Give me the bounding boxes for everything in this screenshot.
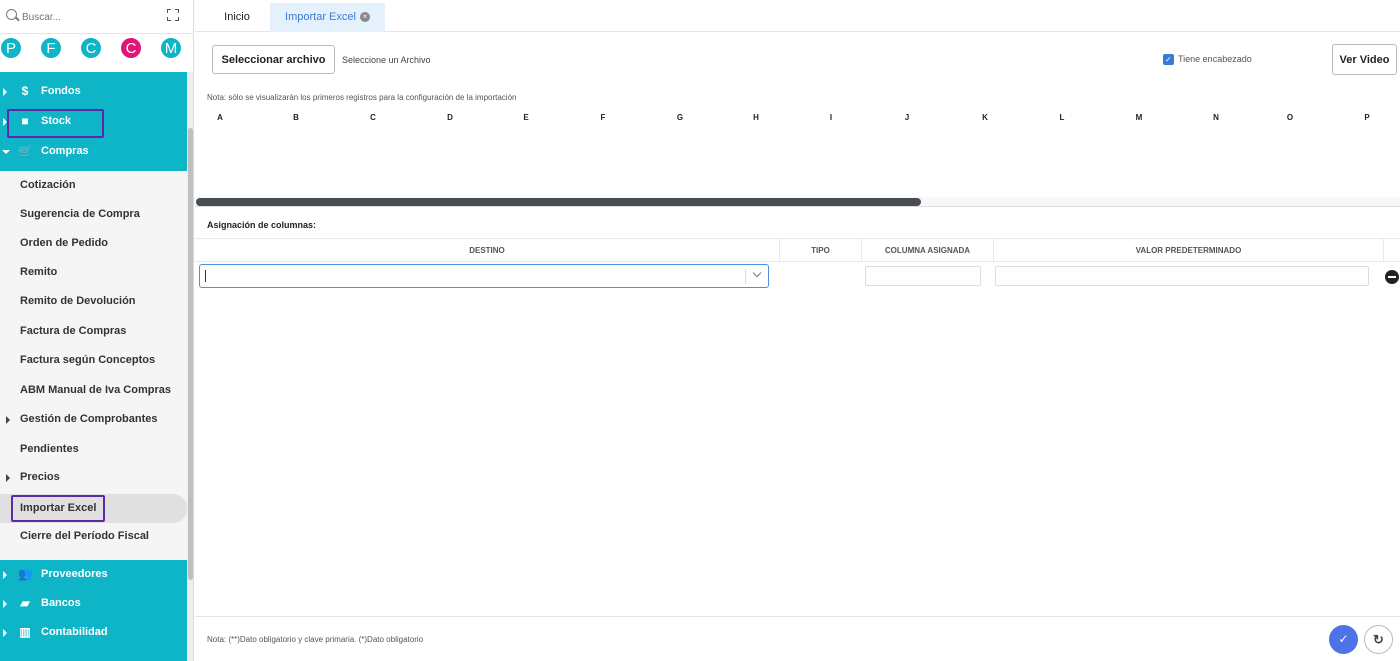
assignment-title: Asignación de columnas: [207, 220, 317, 230]
file-status: Seleccione un Archivo [342, 55, 431, 65]
avatar[interactable]: P [0, 37, 22, 59]
column-header: O [1286, 113, 1294, 122]
sidebar-item-factura-compras[interactable]: Factura de Compras [0, 317, 187, 346]
users-icon: 👥 [18, 567, 33, 581]
briefcase-icon: ▰ [20, 596, 30, 610]
header-columna-asignada: COLUMNA ASIGNADA [862, 238, 994, 262]
sidebar-scrollbar-thumb[interactable] [188, 128, 193, 580]
main-content: Inicio Importar Excel × Seleccionar archi… [195, 0, 1400, 661]
sidebar-item-precios[interactable]: Precios [0, 463, 187, 492]
destino-select[interactable] [199, 264, 769, 288]
avatar[interactable]: C [120, 37, 142, 59]
tab-importar-excel[interactable]: Importar Excel × [270, 3, 385, 32]
sidebar-item-orden-pedido[interactable]: Orden de Pedido [0, 229, 187, 258]
dollar-icon: $ [21, 84, 29, 98]
sidebar-item-fondos[interactable]: $ Fondos [0, 77, 187, 106]
book-icon: ▥ [19, 625, 31, 639]
caret-right-icon [3, 571, 7, 579]
sidebar-module-group: 👥 Proveedores ▰ Bancos ▥ Contabilidad [0, 560, 187, 661]
column-header: J [904, 113, 910, 122]
view-video-button[interactable]: Ver Video [1332, 44, 1397, 75]
preview-note: Nota: sólo se visualizarán los primeros … [207, 93, 517, 102]
columna-asignada-input[interactable] [865, 266, 981, 286]
header-valor-predeterminado: VALOR PREDETERMINADO [994, 238, 1384, 262]
sidebar-item-cierre-periodo[interactable]: Cierre del Período Fiscal [0, 522, 187, 551]
chevron-down-icon[interactable] [752, 268, 762, 278]
column-header: M [1135, 113, 1143, 122]
caret-right-icon [6, 416, 10, 424]
column-header: C [370, 113, 376, 122]
sidebar: P F C C M 👥 Clientes $ Fondos ■ Stock [0, 0, 194, 661]
caret-right-icon [3, 629, 7, 637]
column-header: G [676, 113, 684, 122]
refresh-button[interactable]: ↻ [1364, 625, 1393, 654]
tab-bar: Inicio Importar Excel × [195, 0, 1400, 32]
sidebar-item-proveedores[interactable]: 👥 Proveedores [0, 560, 187, 589]
sidebar-item-factura-conceptos[interactable]: Factura según Conceptos [0, 346, 187, 375]
sidebar-item-pendientes[interactable]: Pendientes [0, 435, 187, 464]
avatar[interactable]: F [40, 37, 62, 59]
footer-note: Nota: (**)Dato obligatorio y clave prima… [207, 635, 424, 644]
header-destino: DESTINO [195, 238, 780, 262]
avatar[interactable]: C [80, 37, 102, 59]
caret-right-icon [3, 88, 7, 96]
column-header: F [600, 113, 606, 122]
search-input[interactable] [22, 8, 152, 26]
sidebar-item-gestion-comprobantes[interactable]: Gestión de Comprobantes [0, 405, 187, 434]
sidebar-item-remito[interactable]: Remito [0, 258, 187, 287]
sidebar-search [0, 0, 193, 34]
header-actions [1384, 238, 1400, 262]
sidebar-item-cotizacion[interactable]: Cotización [0, 171, 187, 200]
close-icon[interactable]: × [359, 12, 370, 23]
column-header: D [447, 113, 453, 122]
valor-predeterminado-input[interactable] [995, 266, 1369, 286]
sidebar-item-compras[interactable]: 🛒 Compras [0, 137, 187, 166]
has-header-label: Tiene encabezado [1178, 54, 1252, 64]
column-header: L [1059, 113, 1065, 122]
text-cursor [205, 270, 206, 282]
quick-access-avatars: P F C C M [0, 34, 193, 72]
caret-down-icon [2, 150, 10, 154]
cart-icon: 🛒 [18, 144, 33, 158]
caret-right-icon [3, 600, 7, 608]
remove-row-icon[interactable] [1385, 270, 1399, 284]
confirm-button[interactable]: ✓ [1329, 625, 1358, 654]
sidebar-item-abm-iva-compras[interactable]: ABM Manual de Iva Compras [0, 376, 187, 405]
tab-inicio[interactable]: Inicio [207, 3, 267, 32]
search-icon [6, 9, 17, 20]
compras-highlight [7, 109, 104, 138]
column-header: H [753, 113, 759, 122]
sidebar-item-remito-devolucion[interactable]: Remito de Devolución [0, 287, 187, 316]
preview-scrollbar-thumb[interactable] [196, 198, 921, 206]
caret-right-icon [6, 474, 10, 482]
column-header: B [293, 113, 299, 122]
column-header: A [217, 113, 223, 122]
column-header: N [1213, 113, 1219, 122]
sidebar-item-contabilidad[interactable]: ▥ Contabilidad [0, 618, 187, 647]
fullscreen-icon[interactable] [167, 9, 179, 21]
sidebar-item-sugerencia-compra[interactable]: Sugerencia de Compra [0, 200, 187, 229]
column-header: K [982, 113, 988, 122]
has-header-checkbox[interactable]: ✓ [1163, 54, 1174, 65]
select-file-button[interactable]: Seleccionar archivo [212, 45, 335, 74]
importar-excel-highlight [11, 495, 105, 522]
column-header: I [829, 113, 833, 122]
column-header: P [1364, 113, 1370, 122]
header-tipo: TIPO [780, 238, 862, 262]
avatar[interactable]: M [160, 37, 182, 59]
sidebar-item-bancos[interactable]: ▰ Bancos [0, 589, 187, 618]
footer: Nota: (**)Dato obligatorio y clave prima… [195, 616, 1400, 661]
select-divider [745, 269, 746, 284]
column-header: E [523, 113, 529, 122]
